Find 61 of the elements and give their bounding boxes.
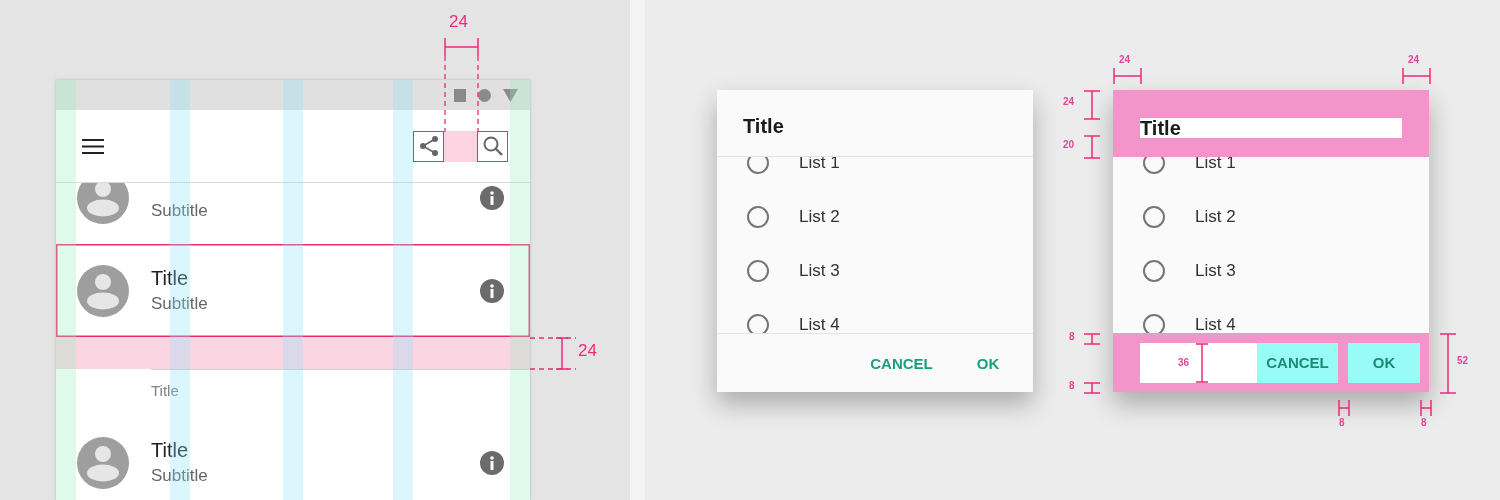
- dimension-marker: [1084, 382, 1100, 394]
- dimension-label: 8: [1339, 417, 1345, 428]
- dimension-label: 52: [1457, 355, 1469, 366]
- radio-button[interactable]: [747, 260, 769, 282]
- dimension-label: 8: [1069, 331, 1075, 342]
- option-label[interactable]: List 2: [1195, 207, 1236, 227]
- info-icon[interactable]: [480, 185, 504, 210]
- info-icon[interactable]: [480, 278, 504, 303]
- item-subtitle: Subtitle: [151, 466, 209, 486]
- triangle-icon: [503, 88, 518, 102]
- dimension-marker: [1084, 135, 1100, 159]
- radio-button[interactable]: [747, 314, 769, 333]
- dialog-title: Title: [1140, 118, 1402, 138]
- radio-button[interactable]: [1143, 206, 1165, 228]
- dimension-marker: [1195, 342, 1210, 383]
- avatar-icon: [77, 264, 129, 317]
- dimension-label: 36: [1178, 357, 1190, 368]
- dimension-marker: [1084, 90, 1100, 120]
- dimension-label: 8: [1069, 380, 1075, 391]
- item-subtitle: Subtitle: [151, 201, 209, 221]
- info-icon[interactable]: [480, 450, 504, 475]
- square-icon: [454, 88, 466, 102]
- radio-button[interactable]: [747, 206, 769, 228]
- item-title: Title: [151, 439, 190, 463]
- dimension-marker: [1402, 68, 1431, 84]
- radio-button[interactable]: [1143, 314, 1165, 333]
- search-button[interactable]: [477, 130, 508, 162]
- dimension-marker: [1338, 400, 1350, 416]
- item-title: Title: [151, 267, 190, 291]
- radio-button[interactable]: [747, 157, 769, 174]
- dialog-title: Title: [743, 116, 784, 136]
- dimension-label: 24: [1408, 54, 1420, 65]
- dimension-label: 8: [1421, 417, 1427, 428]
- list-item[interactable]: Subtitle: [56, 183, 530, 244]
- share-button[interactable]: [413, 130, 444, 162]
- item-subtitle: Subtitle: [151, 294, 209, 314]
- dimension-marker: [1420, 400, 1432, 416]
- spacing-highlight: [444, 130, 477, 162]
- dimension-marker: [1113, 68, 1142, 84]
- menu-icon[interactable]: [82, 138, 104, 154]
- radio-button[interactable]: [1143, 157, 1165, 174]
- dimension-label: 24: [578, 341, 597, 361]
- dimension-label: 20: [1063, 139, 1075, 150]
- avatar-icon: [77, 183, 129, 224]
- dimension-marker: [1084, 333, 1100, 345]
- dimension-marker: [1440, 333, 1456, 394]
- option-label[interactable]: List 2: [799, 207, 840, 227]
- section-header: Title: [151, 369, 530, 416]
- dimension-marker: [530, 337, 576, 370]
- option-label[interactable]: List 3: [799, 261, 840, 281]
- option-label[interactable]: List 3: [1195, 261, 1236, 281]
- option-label[interactable]: List 4: [1195, 315, 1236, 333]
- dimension-label: 24: [1063, 96, 1075, 107]
- list-item[interactable]: Title Subtitle: [56, 416, 530, 500]
- radio-button[interactable]: [1143, 260, 1165, 282]
- avatar-icon: [77, 436, 129, 489]
- dimension-label: 24: [449, 12, 468, 32]
- option-label[interactable]: List 4: [799, 315, 840, 333]
- circle-icon: [478, 88, 491, 102]
- dimension-label: 24: [1119, 54, 1131, 65]
- list-item[interactable]: Title Subtitle: [56, 244, 530, 337]
